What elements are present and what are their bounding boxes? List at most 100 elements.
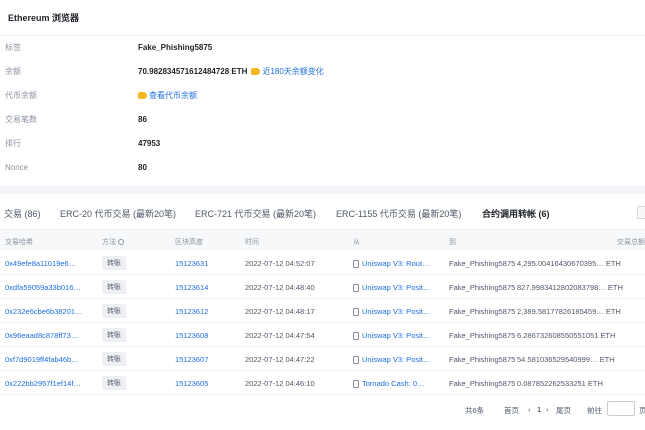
pager-current-page[interactable]: 1 [537, 405, 541, 414]
transactions-card: 交易 (86) ERC-20 代币交易 (最新20笔) ERC-721 代币交易… [0, 194, 645, 430]
tab-erc1155[interactable]: ERC-1155 代币交易 (最新20笔) [336, 207, 461, 220]
info-row-nonce: Nonce 80 [0, 155, 645, 179]
method-badge: 转账 [102, 352, 126, 366]
tx-amount: 2,389.58177826185459… ETH [517, 307, 621, 316]
from-address-link[interactable]: Uniswap V3: Rout… [362, 259, 430, 268]
info-icon[interactable] [118, 239, 124, 246]
contract-icon [353, 331, 359, 340]
from-address-link[interactable]: Uniswap V3: Posit… [362, 331, 430, 340]
tx-count-label: 交易笔数 [5, 114, 37, 124]
tx-amount: 54.581036529540999… ETH [517, 355, 615, 364]
token-balance-label: 代币余额 [5, 90, 37, 100]
pager-last-button[interactable]: 尾页 [556, 405, 571, 416]
pager-goto-input[interactable] [607, 401, 635, 416]
header-to: 到 [449, 239, 456, 246]
to-address: Fake_Phishing5875 [449, 259, 516, 268]
tx-time: 2022-07-12 04:46:10 [245, 379, 315, 388]
from-address-link[interactable]: Tornado Cash: 0… [362, 379, 425, 388]
export-button[interactable] [637, 206, 645, 219]
tx-amount: 6.286732608550551051 ETH [517, 331, 616, 340]
table-row: 0x96eaad8c878ff73… 转账 15123608 2022-07-1… [0, 323, 645, 347]
header-block: 区块高度 [175, 239, 203, 246]
to-address: Fake_Phishing5875 [449, 307, 516, 316]
tab-bar: 交易 (86) ERC-20 代币交易 (最新20笔) ERC-721 代币交易… [0, 194, 645, 230]
method-badge: 转账 [102, 256, 126, 270]
to-address: Fake_Phishing5875 [449, 379, 516, 388]
tx-time: 2022-07-12 04:52:07 [245, 259, 315, 268]
balance-value: 70.982834571612484728 ETH [138, 66, 248, 76]
to-address: Fake_Phishing5875 [449, 331, 516, 340]
pager-next-button[interactable]: › [546, 405, 549, 414]
info-row-rank: 排行 47953 [0, 131, 645, 155]
tx-time: 2022-07-12 04:47:54 [245, 331, 315, 340]
tx-hash-link[interactable]: 0x49efe8a11019e6… [5, 259, 85, 268]
table-row: 0xdfa59059a33b016… 转账 15123614 2022-07-1… [0, 275, 645, 299]
from-address[interactable]: Uniswap V3: Posit… [353, 331, 433, 340]
tab-internal-transfers[interactable]: 合约调用转帐 (6) [482, 207, 550, 220]
tx-hash-link[interactable]: 0x96eaad8c878ff73… [5, 331, 85, 340]
block-link[interactable]: 15123614 [175, 283, 208, 292]
header-hash: 交易哈希 [5, 239, 33, 246]
tx-time: 2022-07-12 04:48:40 [245, 283, 315, 292]
contract-icon [353, 379, 359, 388]
block-link[interactable]: 15123607 [175, 355, 208, 364]
tx-time: 2022-07-12 04:48:17 [245, 307, 315, 316]
table-row: 0x222bb2957f1ef14f… 转账 15123605 2022-07-… [0, 371, 645, 395]
header-from: 从 [353, 239, 360, 246]
info-row-token-balance: 代币余额 查看代币余额 [0, 83, 645, 107]
table-header: 交易哈希 方法 区块高度 时间 从 到 交易总额 [0, 231, 645, 251]
token-balance-link[interactable]: 查看代币余额 [149, 90, 197, 101]
tx-hash-link[interactable]: 0x222bb2957f1ef14f… [5, 379, 85, 388]
pager-total: 共6条 [465, 406, 485, 415]
from-address[interactable]: Uniswap V3: Posit… [353, 283, 433, 292]
to-address: Fake_Phishing5875 [449, 355, 516, 364]
from-address[interactable]: Uniswap V3: Posit… [353, 355, 433, 364]
tx-count-value: 86 [138, 114, 147, 124]
table-row: 0x49efe8a11019e6… 转账 15123631 2022-07-12… [0, 251, 645, 275]
contract-icon [353, 307, 359, 316]
from-address[interactable]: Tornado Cash: 0… [353, 379, 433, 388]
balance-value-group: 70.982834571612484728 ETH 近180天余额变化 [138, 66, 324, 77]
tx-hash-link[interactable]: 0x232e6cbe6b38201… [5, 307, 85, 316]
tx-amount: 827.9983412802083798… ETH [517, 283, 623, 292]
method-badge: 转账 [102, 280, 126, 294]
from-address-link[interactable]: Uniswap V3: Posit… [362, 283, 430, 292]
from-address-link[interactable]: Uniswap V3: Posit… [362, 355, 430, 364]
pager-page-unit: 页 [639, 406, 645, 415]
pointing-hand-icon [251, 67, 261, 75]
from-address[interactable]: Uniswap V3: Rout… [353, 259, 433, 268]
block-link[interactable]: 15123631 [175, 259, 208, 268]
token-balance-group: 查看代币余额 [138, 90, 197, 101]
header-time: 时间 [245, 239, 259, 246]
tag-value: Fake_Phishing5875 [138, 42, 213, 52]
tab-erc721[interactable]: ERC-721 代币交易 (最新20笔) [195, 207, 316, 220]
tx-hash-link[interactable]: 0xdfa59059a33b016… [5, 283, 85, 292]
contract-icon [353, 355, 359, 364]
tag-label: 标签 [5, 42, 21, 52]
rank-value: 47953 [138, 138, 161, 148]
method-badge: 转账 [102, 376, 126, 390]
tab-erc20[interactable]: ERC-20 代币交易 (最新20笔) [60, 207, 176, 220]
info-row-balance: 余额 70.982834571612484728 ETH 近180天余额变化 [0, 59, 645, 83]
header-amount: 交易总额 [617, 239, 645, 246]
block-link[interactable]: 15123612 [175, 307, 208, 316]
tx-amount: 4,295.00416430670395… ETH [517, 259, 621, 268]
pager-prev-button[interactable]: ‹ [528, 405, 531, 414]
tx-time: 2022-07-12 04:47:22 [245, 355, 315, 364]
info-row-tag: 标签 Fake_Phishing5875 [0, 35, 645, 59]
block-link[interactable]: 15123608 [175, 331, 208, 340]
header-method-group: 方法 [102, 237, 124, 247]
from-address-link[interactable]: Uniswap V3: Posit… [362, 307, 430, 316]
title-bar: Ethereum 浏览器 [0, 0, 645, 36]
info-row-tx-count: 交易笔数 86 [0, 107, 645, 131]
block-link[interactable]: 15123605 [175, 379, 208, 388]
pager-first-button[interactable]: 首页 [504, 405, 519, 416]
tab-transactions[interactable]: 交易 (86) [4, 207, 41, 220]
tx-hash-link[interactable]: 0xf7d9019ff4fab46b… [5, 355, 85, 364]
method-badge: 转账 [102, 328, 126, 342]
tx-amount: 0.087852262533251 ETH [517, 379, 603, 388]
method-badge: 转账 [102, 304, 126, 318]
address-overview-card: Ethereum 浏览器 标签 Fake_Phishing5875 余额 70.… [0, 0, 645, 186]
balance-history-link[interactable]: 近180天余额变化 [262, 66, 323, 77]
from-address[interactable]: Uniswap V3: Posit… [353, 307, 433, 316]
